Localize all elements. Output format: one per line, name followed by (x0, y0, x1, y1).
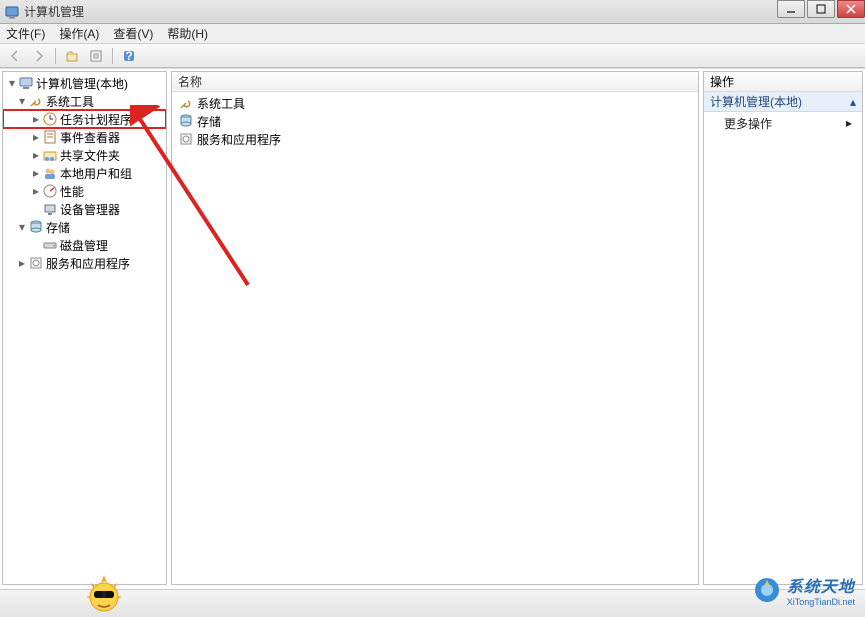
list-body: 系统工具 存储 服务和应用程序 (172, 92, 698, 584)
list-label: 存储 (197, 113, 221, 130)
brand-url: XiTongTianDi.net (787, 597, 855, 607)
menu-help[interactable]: 帮助(H) (167, 25, 208, 42)
forward-button[interactable] (28, 46, 50, 66)
device-icon (42, 201, 58, 217)
disk-icon (42, 237, 58, 253)
brand-name: 系统天地 (787, 573, 855, 597)
statusbar (0, 589, 865, 617)
tools-icon (178, 95, 194, 111)
tree-shared-folders[interactable]: ▸ 共享文件夹 (3, 146, 166, 164)
window-buttons (775, 0, 865, 18)
list-item-services-apps[interactable]: 服务和应用程序 (172, 130, 698, 148)
toolbar-separator (55, 48, 56, 64)
blank-expander (31, 204, 41, 214)
chevron-right-icon: ▸ (31, 168, 41, 178)
column-header-name[interactable]: 名称 (172, 72, 698, 92)
app-icon (4, 4, 20, 20)
toolbar-separator (112, 48, 113, 64)
navigation-tree: ▾ 计算机管理(本地) ▾ 系统工具 ▸ 任务计划程序 ▸ 事件查看器 ▸ (3, 72, 166, 584)
column-label: 名称 (178, 73, 202, 90)
tree-label: 设备管理器 (60, 201, 120, 218)
tree-label: 系统工具 (46, 93, 94, 110)
menu-file[interactable]: 文件(F) (6, 25, 45, 42)
tree-system-tools[interactable]: ▾ 系统工具 (3, 92, 166, 110)
tree-services-apps[interactable]: ▸ 服务和应用程序 (3, 254, 166, 272)
window-title: 计算机管理 (24, 3, 84, 20)
storage-icon (28, 219, 44, 235)
menubar: 文件(F) 操作(A) 查看(V) 帮助(H) (0, 24, 865, 44)
tree-local-users[interactable]: ▸ 本地用户和组 (3, 164, 166, 182)
actions-more-label: 更多操作 (724, 115, 772, 132)
actions-panel: 操作 计算机管理(本地) ▴ 更多操作 ▸ (703, 71, 863, 585)
tree-label: 任务计划程序 (60, 111, 132, 128)
window-titlebar: 计算机管理 (0, 0, 865, 24)
storage-icon (178, 113, 194, 129)
services-icon (28, 255, 44, 271)
tree-task-scheduler[interactable]: ▸ 任务计划程序 (3, 110, 166, 128)
tree-storage[interactable]: ▾ 存储 (3, 218, 166, 236)
tree-label: 磁盘管理 (60, 237, 108, 254)
chevron-right-icon: ▸ (31, 114, 41, 124)
actions-more-link[interactable]: 更多操作 ▸ (704, 112, 862, 134)
tools-icon (28, 93, 44, 109)
tree-device-manager[interactable]: 设备管理器 (3, 200, 166, 218)
tree-panel: ▾ 计算机管理(本地) ▾ 系统工具 ▸ 任务计划程序 ▸ 事件查看器 ▸ (2, 71, 167, 585)
tree-label: 共享文件夹 (60, 147, 120, 164)
svg-text:?: ? (125, 49, 132, 63)
sun-decoration (80, 571, 128, 615)
tree-label: 计算机管理(本地) (36, 75, 128, 92)
actions-header-label: 操作 (710, 73, 734, 90)
up-button[interactable] (61, 46, 83, 66)
properties-button[interactable] (85, 46, 107, 66)
list-label: 服务和应用程序 (197, 131, 281, 148)
chevron-right-icon: ▸ (846, 116, 852, 130)
chevron-right-icon: ▸ (31, 186, 41, 196)
menu-view[interactable]: 查看(V) (113, 25, 153, 42)
event-log-icon (42, 129, 58, 145)
chevron-down-icon: ▾ (7, 78, 17, 88)
brand-logo-icon (753, 576, 781, 604)
tree-label: 性能 (60, 183, 84, 200)
chevron-down-icon: ▾ (17, 96, 27, 106)
help-button[interactable]: ? (118, 46, 140, 66)
shared-folder-icon (42, 147, 58, 163)
blank-expander (31, 240, 41, 250)
actions-header: 操作 (704, 72, 862, 92)
toolbar: ? (0, 44, 865, 68)
list-item-storage[interactable]: 存储 (172, 112, 698, 130)
users-icon (42, 165, 58, 181)
back-button[interactable] (4, 46, 26, 66)
tree-label: 本地用户和组 (60, 165, 132, 182)
tree-label: 服务和应用程序 (46, 255, 130, 272)
tree-label: 事件查看器 (60, 129, 120, 146)
watermark-brand: 系统天地 XiTongTianDi.net (753, 573, 855, 607)
computer-icon (18, 75, 34, 91)
maximize-button[interactable] (807, 0, 835, 18)
services-icon (178, 131, 194, 147)
collapse-up-icon: ▴ (850, 95, 856, 109)
content-area: ▾ 计算机管理(本地) ▾ 系统工具 ▸ 任务计划程序 ▸ 事件查看器 ▸ (0, 68, 865, 587)
performance-icon (42, 183, 58, 199)
minimize-button[interactable] (777, 0, 805, 18)
tree-root-computer-management[interactable]: ▾ 计算机管理(本地) (3, 74, 166, 92)
actions-section[interactable]: 计算机管理(本地) ▴ (704, 92, 862, 112)
chevron-right-icon: ▸ (17, 258, 27, 268)
tree-disk-management[interactable]: 磁盘管理 (3, 236, 166, 254)
list-label: 系统工具 (197, 95, 245, 112)
close-button[interactable] (837, 0, 865, 18)
menu-action[interactable]: 操作(A) (59, 25, 99, 42)
chevron-right-icon: ▸ (31, 132, 41, 142)
chevron-right-icon: ▸ (31, 150, 41, 160)
tree-label: 存储 (46, 219, 70, 236)
actions-section-label: 计算机管理(本地) (710, 93, 802, 110)
tree-event-viewer[interactable]: ▸ 事件查看器 (3, 128, 166, 146)
list-panel: 名称 系统工具 存储 服务和应用程序 (171, 71, 699, 585)
list-item-system-tools[interactable]: 系统工具 (172, 94, 698, 112)
clock-icon (42, 111, 58, 127)
tree-performance[interactable]: ▸ 性能 (3, 182, 166, 200)
chevron-down-icon: ▾ (17, 222, 27, 232)
